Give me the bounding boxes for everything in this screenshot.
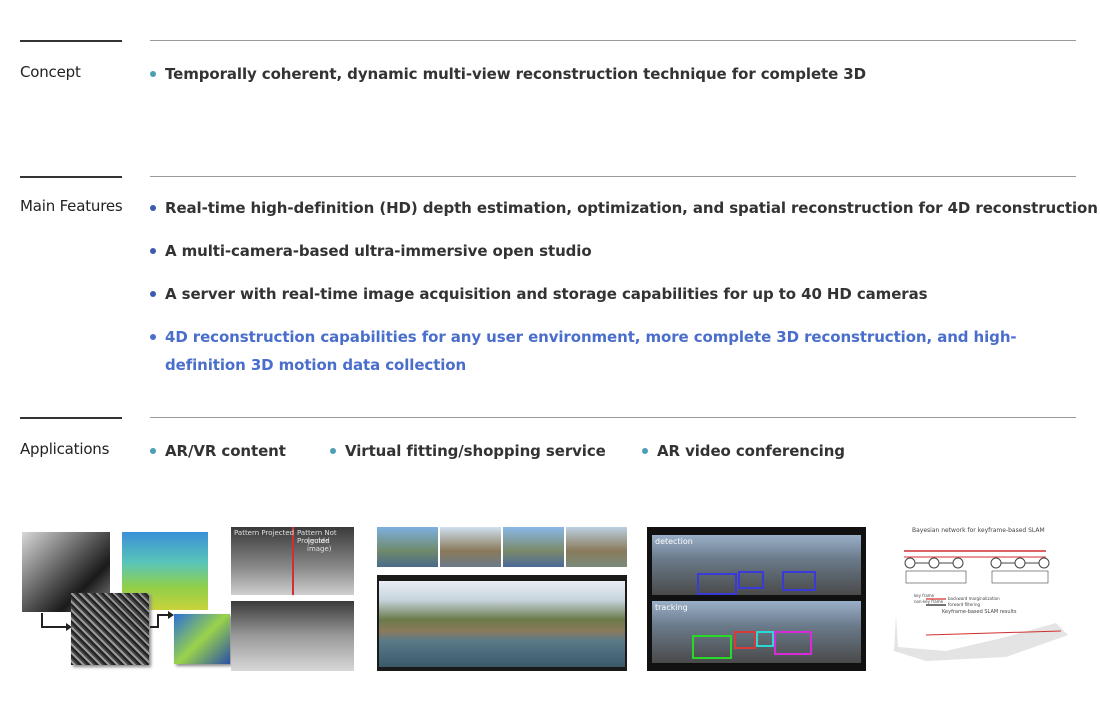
panorama-thumbnail (440, 527, 501, 567)
feature-item: Real-time high-definition (HD) depth est… (150, 194, 1098, 222)
panorama-thumbnail (377, 527, 438, 567)
panorama-main-image (377, 575, 627, 671)
features-label: Main Features (20, 197, 123, 215)
slam-results-title: Keyframe-based SLAM results (942, 609, 1017, 615)
concept-rule-right (150, 40, 1076, 41)
slam-legend-nonkey: non-key frame (914, 599, 944, 604)
features-rule-left (20, 176, 122, 178)
detection-label: detection (655, 537, 693, 546)
slam-legend-backward: backward marginalization (948, 596, 1000, 601)
concept-rule-left (20, 40, 122, 42)
application-item: AR video conferencing (642, 437, 845, 465)
guide-image-label: (guide image) (307, 537, 332, 553)
pattern-projected-label: Pattern Projected (234, 529, 295, 537)
depth-pipeline-figure: Pattern Projected Pattern Not Projected … (22, 527, 356, 673)
panorama-thumbnail (503, 527, 564, 567)
depth-result-image (231, 601, 354, 671)
slam-legend-key: key frame (914, 593, 935, 598)
feature-item: A multi-camera-based ultra-immersive ope… (150, 237, 592, 265)
application-item: Virtual fitting/shopping service (330, 437, 606, 465)
pattern-projected-image: Pattern Projected Pattern Not Projected … (231, 527, 354, 595)
feature-item: A server with real-time image acquisitio… (150, 280, 928, 308)
slam-figure: Bayesian network for keyframe-based SLAM… (886, 527, 1078, 667)
concept-label: Concept (20, 63, 81, 81)
panorama-figure (377, 527, 627, 671)
applications-rule-left (20, 417, 122, 419)
applications-rule-right (150, 417, 1076, 418)
detection-image: detection (652, 535, 861, 595)
feature-highlight-item: 4D reconstruction capabilities for any u… (150, 323, 1076, 379)
panorama-thumbnail (566, 527, 627, 567)
applications-label: Applications (20, 440, 110, 458)
application-item: AR/VR content (150, 437, 286, 465)
concept-item: Temporally coherent, dynamic multi-view … (150, 60, 866, 88)
slam-legend-forward: forward filtering (948, 602, 981, 607)
features-rule-right (150, 176, 1076, 177)
tracking-label: tracking (655, 603, 688, 612)
detection-tracking-figure: detection tracking (647, 527, 866, 671)
tracking-image: tracking (652, 601, 861, 663)
